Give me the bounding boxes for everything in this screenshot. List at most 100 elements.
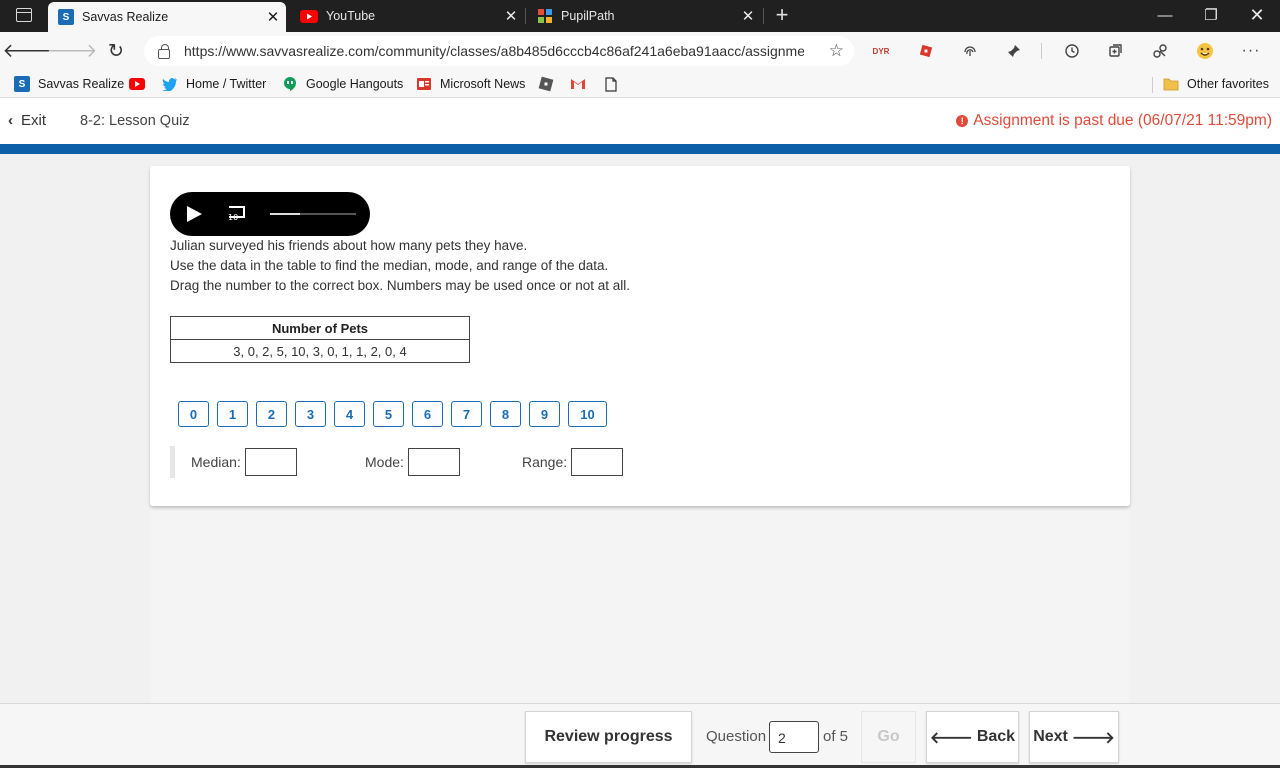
number-tile-4[interactable]: 4 (334, 401, 365, 427)
minimize-button[interactable]: — (1142, 0, 1188, 30)
question-number-input[interactable]: 2 (769, 721, 819, 753)
quiz-title: 8-2: Lesson Quiz (80, 113, 190, 129)
tab-pupilpath[interactable]: PupilPath ✕ (527, 0, 761, 32)
new-tab-button[interactable]: + (770, 4, 794, 28)
number-tile-0[interactable]: 0 (178, 401, 209, 427)
rewind-10-icon[interactable]: 10 (226, 204, 248, 224)
tab-youtube[interactable]: YouTube ✕ (290, 0, 524, 32)
table-header: Number of Pets (170, 316, 470, 340)
tab-title: Savvas Realize (82, 10, 169, 24)
favorite-roblox[interactable] (538, 75, 562, 93)
close-tab-icon[interactable]: ✕ (260, 8, 286, 26)
tab-title: YouTube (326, 9, 376, 23)
other-favorites-folder[interactable]: Other favorites (1163, 75, 1269, 93)
header-accent-band (0, 144, 1280, 154)
tab-separator (525, 8, 526, 24)
exit-label: Exit (21, 112, 47, 129)
arrow-right-icon: 🡒 (1071, 729, 1115, 747)
back-label: Back (976, 728, 1016, 745)
go-button[interactable]: Go (861, 711, 916, 763)
chevron-left-icon: ‹ (8, 112, 13, 129)
audio-progress-slider[interactable] (270, 213, 356, 215)
quiz-footer: Review progress Question 2 of 5 Go 🡐 Bac… (0, 703, 1280, 768)
youtube-icon (300, 8, 318, 24)
forward-arrow-icon[interactable]: 🡒 (47, 38, 98, 64)
number-tile-7[interactable]: 7 (451, 401, 482, 427)
median-label: Median: (191, 454, 241, 470)
extensions-icon[interactable] (1149, 41, 1171, 61)
question-text-line: Use the data in the table to find the me… (170, 258, 609, 273)
favorite-google-hangouts[interactable]: Google Hangouts (282, 75, 403, 93)
tab-actions-icon[interactable] (16, 8, 32, 22)
mode-label: Mode: (365, 454, 404, 470)
question-text-line: Julian surveyed his friends about how ma… (170, 238, 528, 253)
profile-avatar-icon[interactable] (1194, 41, 1216, 61)
number-tile-5[interactable]: 5 (373, 401, 404, 427)
range-drop-box[interactable] (571, 448, 623, 476)
dyr-extension-icon[interactable]: DYR (870, 41, 892, 61)
favorite-label: Other favorites (1187, 77, 1269, 91)
close-tab-icon[interactable]: ✕ (735, 7, 761, 25)
favorite-label: Google Hangouts (306, 77, 404, 91)
url-bar[interactable]: https://www.savvasrealize.com/community/… (144, 36, 854, 66)
rewind-label: 10 (228, 213, 239, 222)
answer-row: Median: Mode: Range: (170, 446, 630, 478)
history-icon[interactable] (1061, 41, 1083, 61)
fingerprint-icon[interactable] (959, 41, 981, 61)
median-drop-box[interactable] (245, 448, 297, 476)
number-tile-2[interactable]: 2 (256, 401, 287, 427)
favorite-savvas-realize[interactable]: S Savvas Realize (14, 75, 124, 93)
close-tab-icon[interactable]: ✕ (498, 7, 524, 25)
close-window-button[interactable]: ✕ (1234, 0, 1280, 30)
url-text[interactable]: https://www.savvasrealize.com/community/… (184, 43, 804, 59)
refresh-icon[interactable]: ↻ (102, 38, 130, 64)
favorites-separator (1152, 77, 1153, 93)
next-button[interactable]: Next 🡒 (1029, 711, 1119, 763)
question-label: Question (706, 728, 767, 745)
number-tile-6[interactable]: 6 (412, 401, 443, 427)
youtube-icon (129, 76, 145, 92)
arrow-left-icon: 🡐 (929, 729, 973, 747)
next-label: Next (1033, 728, 1068, 745)
number-tile-1[interactable]: 1 (217, 401, 248, 427)
toolbar-separator (1041, 43, 1042, 59)
pin-icon[interactable] (1003, 41, 1025, 61)
number-tile-bank: 0 1 2 3 4 5 6 7 8 9 10 (178, 401, 607, 427)
audio-player: 10 (170, 192, 370, 236)
favorites-bar: S Savvas Realize Home / Twitter Google H… (0, 70, 1280, 98)
roblox-extension-icon[interactable] (915, 41, 937, 61)
tab-separator (763, 8, 764, 24)
audio-progress-fill (270, 213, 301, 215)
favorite-label: Home / Twitter (186, 77, 267, 91)
restore-button[interactable]: ❐ (1188, 0, 1234, 30)
favorite-microsoft-news[interactable]: Microsoft News (416, 75, 525, 93)
add-favorite-icon[interactable]: ☆ (829, 41, 844, 61)
number-tile-8[interactable]: 8 (490, 401, 521, 427)
number-tile-9[interactable]: 9 (529, 401, 560, 427)
mode-drop-box[interactable] (408, 448, 460, 476)
review-progress-button[interactable]: Review progress (525, 711, 692, 763)
due-notice-text: Assignment is past due (06/07/21 11:59pm… (973, 112, 1272, 129)
news-icon (416, 76, 432, 92)
back-button[interactable]: 🡐 Back (926, 711, 1019, 763)
collections-icon[interactable] (1105, 41, 1127, 61)
number-tile-10[interactable]: 10 (568, 401, 607, 427)
favorite-document[interactable] (603, 75, 627, 93)
exit-button[interactable]: ‹ Exit (8, 112, 46, 129)
lock-icon (158, 43, 170, 59)
more-menu-icon[interactable]: ··· (1240, 41, 1262, 61)
favorite-twitter[interactable]: Home / Twitter (162, 75, 266, 93)
favorite-youtube[interactable] (129, 75, 153, 93)
pupilpath-icon (537, 8, 553, 24)
tab-savvas-realize[interactable]: S Savvas Realize ✕ (48, 2, 286, 32)
question-total-label: of 5 (823, 728, 849, 745)
back-arrow-icon[interactable]: 🡐 (3, 38, 54, 64)
document-icon (603, 76, 619, 92)
favorite-gmail[interactable] (570, 75, 594, 93)
favorite-label: Savvas Realize (38, 77, 125, 91)
question-text-line: Drag the number to the correct box. Numb… (170, 278, 630, 293)
content-background (150, 505, 1130, 705)
play-icon[interactable] (187, 206, 202, 222)
number-tile-3[interactable]: 3 (295, 401, 326, 427)
question-card: 10 Julian surveyed his friends about how… (150, 166, 1130, 506)
